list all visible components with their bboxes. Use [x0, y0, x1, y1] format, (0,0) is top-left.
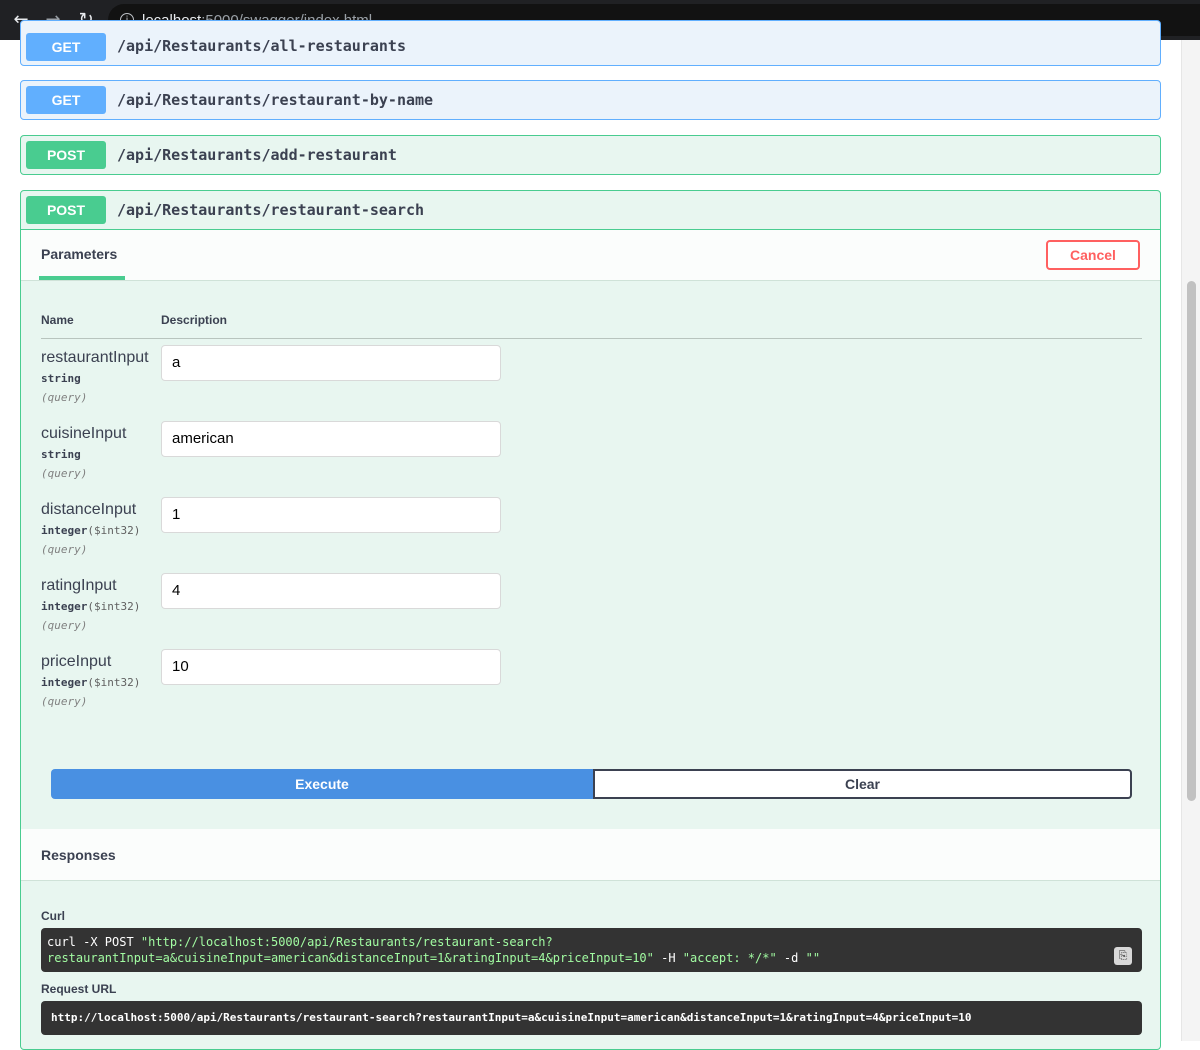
- request-url-block[interactable]: http://localhost:5000/api/Restaurants/re…: [41, 1001, 1142, 1035]
- scrollbar-thumb[interactable]: [1187, 281, 1196, 801]
- method-badge: POST: [26, 141, 106, 169]
- parameter-row: distanceInput integer($int32) (query) 1: [41, 497, 1142, 567]
- curl-command: curl -X POST: [47, 935, 141, 949]
- type-name: integer: [41, 600, 88, 613]
- parameter-row: cuisineInput string (query) american: [41, 421, 1142, 491]
- operation-summary[interactable]: GET /api/Restaurants/restaurant-by-name: [21, 81, 1160, 119]
- operation-path: /api/Restaurants/restaurant-by-name: [117, 91, 434, 109]
- parameter-location: (query): [41, 695, 88, 708]
- operation-post-add-restaurant[interactable]: POST /api/Restaurants/add-restaurant: [20, 135, 1161, 175]
- type-name: integer: [41, 676, 88, 689]
- parameter-location: (query): [41, 543, 88, 556]
- curl-label: Curl: [41, 909, 65, 923]
- parameter-name: distanceInput: [41, 501, 137, 518]
- execute-button[interactable]: Execute: [51, 769, 593, 799]
- operation-summary[interactable]: GET /api/Restaurants/all-restaurants: [21, 21, 1160, 67]
- operation-post-restaurant-search: POST /api/Restaurants/restaurant-search …: [20, 190, 1161, 1050]
- column-header-name: Name: [41, 313, 74, 327]
- operation-get-restaurant-by-name[interactable]: GET /api/Restaurants/restaurant-by-name: [20, 80, 1161, 120]
- curl-accept-header: "accept: */*": [682, 951, 777, 965]
- copy-to-clipboard-icon[interactable]: ⎘: [1114, 947, 1132, 965]
- operation-summary[interactable]: POST /api/Restaurants/add-restaurant: [21, 136, 1160, 174]
- type-name: string: [41, 372, 81, 385]
- responses-title: Responses: [41, 847, 116, 863]
- parameter-type: string: [41, 448, 81, 461]
- method-badge: GET: [26, 86, 106, 114]
- page-scrollbar[interactable]: [1181, 40, 1200, 1041]
- curl-url-part1: "http://localhost:5000/api/Restaurants/r…: [140, 935, 553, 949]
- method-badge: GET: [26, 33, 106, 61]
- distance-input-field[interactable]: 1: [161, 497, 501, 533]
- operation-summary[interactable]: POST /api/Restaurants/restaurant-search: [21, 191, 1160, 229]
- parameter-type: integer($int32): [41, 676, 140, 689]
- parameter-row: priceInput integer($int32) (query) 10: [41, 649, 1142, 719]
- rating-input-field[interactable]: 4: [161, 573, 501, 609]
- method-badge: POST: [26, 196, 106, 224]
- curl-code-block[interactable]: curl -X POST "http://localhost:5000/api/…: [41, 928, 1142, 972]
- type-name: string: [41, 448, 81, 461]
- parameter-type: string: [41, 372, 81, 385]
- curl-empty-body: "": [805, 951, 821, 965]
- restaurant-input-field[interactable]: a: [161, 345, 501, 381]
- cancel-button[interactable]: Cancel: [1046, 240, 1140, 270]
- parameters-header: Parameters Cancel: [21, 229, 1160, 281]
- parameter-type: integer($int32): [41, 524, 140, 537]
- parameter-row: ratingInput integer($int32) (query) 4: [41, 573, 1142, 643]
- operation-path: /api/Restaurants/restaurant-search: [117, 201, 425, 219]
- type-name: integer: [41, 524, 88, 537]
- curl-line-1: curl -X POST "http://localhost:5000/api/…: [47, 934, 1136, 950]
- operation-path: /api/Restaurants/add-restaurant: [117, 146, 397, 164]
- parameter-name: ratingInput: [41, 577, 117, 594]
- cuisine-input-field[interactable]: american: [161, 421, 501, 457]
- column-header-description: Description: [161, 313, 228, 327]
- clear-button[interactable]: Clear: [593, 769, 1132, 799]
- parameter-row: restaurantInput string (query) a: [41, 345, 1142, 415]
- parameter-name: cuisineInput: [41, 425, 127, 442]
- price-input-field[interactable]: 10: [161, 649, 501, 685]
- parameter-location: (query): [41, 619, 88, 632]
- parameter-name: restaurantInput: [41, 349, 149, 366]
- parameter-location: (query): [41, 391, 88, 404]
- operation-path: /api/Restaurants/all-restaurants: [117, 37, 406, 55]
- curl-url-part2: restaurantInput=a&cuisineInput=american&…: [47, 951, 654, 965]
- request-url-label: Request URL: [41, 982, 117, 996]
- parameter-name: priceInput: [41, 653, 112, 670]
- type-format: ($int32): [87, 524, 141, 537]
- parameter-type: integer($int32): [41, 600, 140, 613]
- tab-parameters[interactable]: Parameters: [41, 246, 117, 262]
- tab-underline: [39, 276, 125, 280]
- type-format: ($int32): [87, 600, 141, 613]
- curl-data-flag: -d: [776, 951, 806, 965]
- operation-get-all-restaurants[interactable]: GET /api/Restaurants/all-restaurants: [20, 20, 1161, 66]
- execute-button-group: Execute Clear: [51, 769, 1132, 799]
- curl-header-flag: -H: [653, 951, 683, 965]
- curl-line-2: restaurantInput=a&cuisineInput=american&…: [47, 950, 1136, 966]
- type-format: ($int32): [87, 676, 141, 689]
- header-divider: [41, 338, 1142, 339]
- responses-header: Responses: [21, 829, 1160, 881]
- parameter-location: (query): [41, 467, 88, 480]
